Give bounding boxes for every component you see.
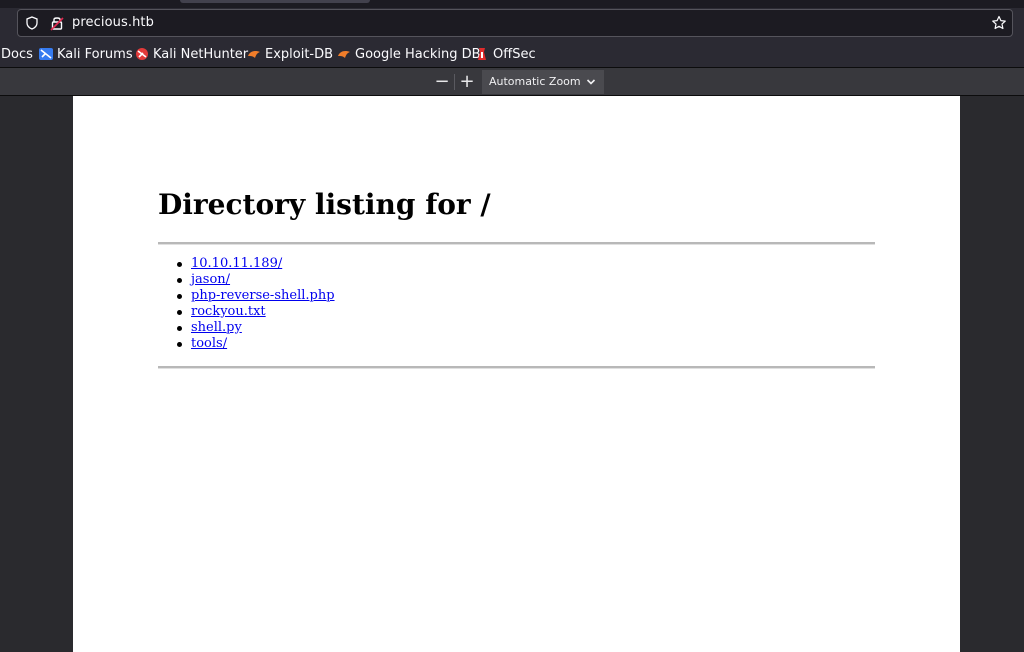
address-bar[interactable]: precious.htb [17, 9, 1013, 37]
list-item: rockyou.txt [158, 304, 335, 320]
tracking-protection-shield-icon[interactable] [25, 16, 39, 30]
page-title: Directory listing for / [158, 188, 491, 221]
zoom-out-button[interactable]: − [432, 72, 452, 92]
pdf-page: Directory listing for / 10.10.11.189/ ja… [73, 96, 960, 652]
bullet-icon [177, 294, 182, 299]
toolbar-separator [454, 74, 455, 90]
bookmark-kali-forums[interactable]: Kali Forums [39, 45, 133, 63]
entry-link[interactable]: jason/ [191, 272, 230, 287]
bookmark-label: Docs [1, 46, 33, 62]
bookmark-offsec[interactable]: OffSec [475, 45, 536, 63]
bookmark-label: Exploit-DB [265, 46, 334, 62]
zoom-level-label: Automatic Zoom [489, 75, 581, 88]
bullet-icon [177, 310, 182, 315]
bookmark-label: OffSec [493, 46, 536, 62]
bookmark-kali-nethunter[interactable]: Kali NetHunter [135, 45, 248, 63]
active-tab-edge[interactable] [180, 0, 370, 3]
list-item: php-reverse-shell.php [158, 288, 335, 304]
directory-listing: 10.10.11.189/ jason/ php-reverse-shell.p… [158, 256, 335, 352]
bullet-icon [177, 326, 182, 331]
navigation-toolbar: precious.htb [0, 8, 1024, 40]
bookmark-star-icon[interactable] [991, 15, 1007, 31]
entry-link[interactable]: php-reverse-shell.php [191, 288, 335, 303]
pdf-viewer-area[interactable]: Directory listing for / 10.10.11.189/ ja… [0, 96, 1024, 652]
list-item: jason/ [158, 272, 335, 288]
pdf-viewer-toolbar: − + Automatic Zoom [0, 68, 1024, 96]
top-divider [158, 242, 875, 245]
insecure-lock-icon[interactable] [50, 15, 64, 31]
zoom-in-button[interactable]: + [457, 72, 477, 92]
bullet-icon [177, 278, 182, 283]
entry-link[interactable]: 10.10.11.189/ [191, 256, 282, 271]
exploit-db-icon [248, 51, 260, 58]
url-text[interactable]: precious.htb [72, 15, 154, 30]
list-item: 10.10.11.189/ [158, 256, 335, 272]
entry-link[interactable]: tools/ [191, 336, 227, 351]
bookmark-label: Google Hacking DB [355, 46, 481, 62]
bookmark-label: Kali Forums [57, 46, 133, 62]
bookmarks-toolbar: Docs Kali Forums Kali NetHunter Exploit-… [0, 40, 1024, 68]
kali-nethunter-icon [136, 48, 148, 60]
bookmark-google-hacking-db[interactable]: Google Hacking DB [337, 45, 481, 63]
entry-link[interactable]: rockyou.txt [191, 304, 266, 319]
bullet-icon [177, 262, 182, 267]
bottom-divider [158, 366, 875, 369]
bookmark-docs[interactable]: Docs [1, 45, 33, 63]
kali-forums-icon [39, 48, 53, 60]
bookmark-label: Kali NetHunter [153, 46, 249, 62]
bookmark-exploit-db[interactable]: Exploit-DB [247, 45, 333, 63]
zoom-select[interactable]: Automatic Zoom [482, 70, 604, 94]
chevron-down-icon [586, 79, 596, 85]
list-item: tools/ [158, 336, 335, 352]
offsec-icon [478, 48, 486, 60]
bullet-icon [177, 342, 182, 347]
ghdb-icon [338, 51, 350, 58]
list-item: shell.py [158, 320, 335, 336]
tab-strip [0, 0, 1024, 8]
entry-link[interactable]: shell.py [191, 320, 242, 335]
